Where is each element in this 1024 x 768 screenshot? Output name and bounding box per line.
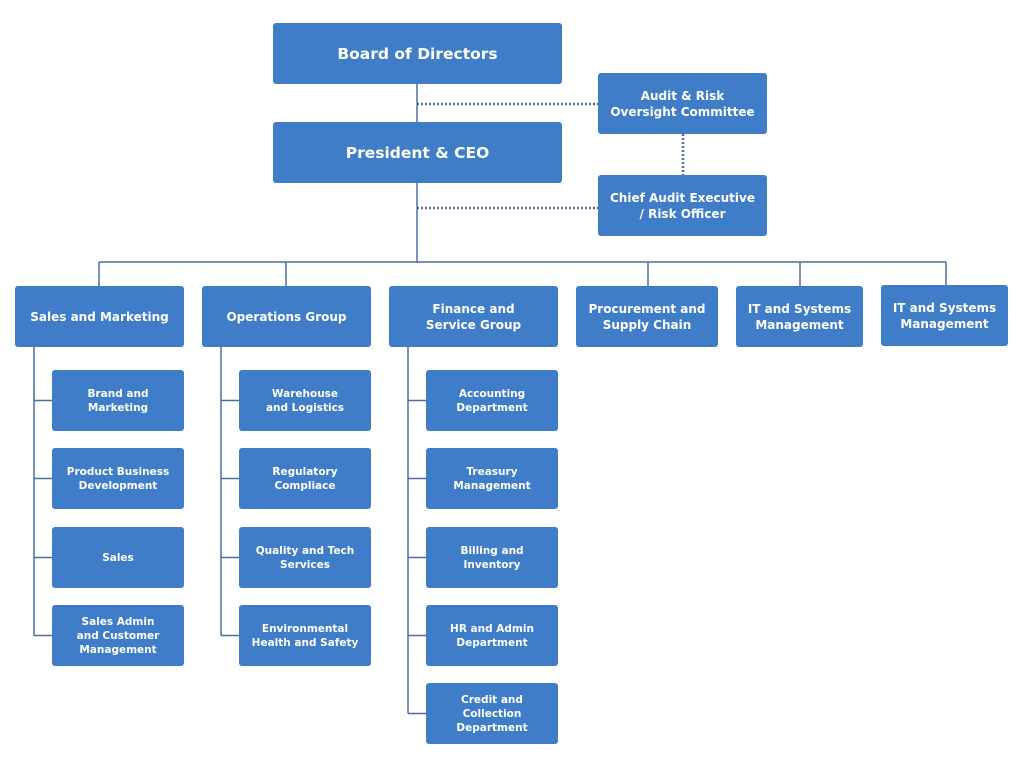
unit-sales-marketing-3-box-label: Sales xyxy=(102,551,134,564)
board-of-directors-box[interactable]: Board of Directors xyxy=(273,23,562,84)
division-it-2-box-label: IT and Systems Management xyxy=(892,300,997,331)
unit-sales-marketing-1-box-label: Brand and Marketing xyxy=(87,387,149,414)
unit-finance-5-box-label: Credit and Collection Department xyxy=(456,693,528,734)
unit-sales-marketing-3-box[interactable]: Sales xyxy=(52,527,184,588)
division-it-2-box[interactable]: IT and Systems Management xyxy=(881,285,1008,346)
division-procurement-box-label: Procurement and Supply Chain xyxy=(588,301,706,332)
org-chart: Board of Directors President & CEO Audit &… xyxy=(0,0,1024,768)
unit-operations-3-box[interactable]: Quality and Tech Services xyxy=(239,527,371,588)
division-sales-marketing-box-label: Sales and Marketing xyxy=(30,309,169,324)
chief-audit-executive-box-label: Chief Audit Executive / Risk Officer xyxy=(610,190,755,221)
unit-sales-marketing-1-box[interactable]: Brand and Marketing xyxy=(52,370,184,431)
president-ceo-box-label: President & CEO xyxy=(345,143,490,162)
unit-finance-1-box-label: Accounting Department xyxy=(456,387,528,414)
audit-risk-committee-box-label: Audit & Risk Oversight Committee xyxy=(610,88,755,119)
unit-sales-marketing-4-box-label: Sales Admin and Customer Management xyxy=(76,615,160,656)
division-finance-box-label: Finance and Service Group xyxy=(425,301,522,332)
chief-audit-executive-box[interactable]: Chief Audit Executive / Risk Officer xyxy=(598,175,767,236)
audit-risk-committee-box[interactable]: Audit & Risk Oversight Committee xyxy=(598,73,767,134)
unit-sales-marketing-2-box-label: Product Business Development xyxy=(66,465,170,492)
unit-operations-2-box[interactable]: Regulatory Compliace xyxy=(239,448,371,509)
unit-finance-4-box[interactable]: HR and Admin Department xyxy=(426,605,558,666)
unit-operations-4-box[interactable]: Environmental Health and Safety xyxy=(239,605,371,666)
president-ceo-box[interactable]: President & CEO xyxy=(273,122,562,183)
unit-finance-2-box-label: Treasury Management xyxy=(453,465,531,492)
unit-finance-3-box-label: Billing and Inventory xyxy=(460,544,524,571)
division-procurement-box[interactable]: Procurement and Supply Chain xyxy=(576,286,718,347)
division-sales-marketing-box[interactable]: Sales and Marketing xyxy=(15,286,184,347)
division-it-1-box-label: IT and Systems Management xyxy=(747,301,852,332)
unit-finance-4-box-label: HR and Admin Department xyxy=(450,622,534,649)
unit-finance-3-box[interactable]: Billing and Inventory xyxy=(426,527,558,588)
division-operations-box-label: Operations Group xyxy=(226,309,347,324)
division-finance-box[interactable]: Finance and Service Group xyxy=(389,286,558,347)
unit-sales-marketing-4-box[interactable]: Sales Admin and Customer Management xyxy=(52,605,184,666)
unit-operations-4-box-label: Environmental Health and Safety xyxy=(251,622,359,649)
unit-operations-2-box-label: Regulatory Compliace xyxy=(272,465,338,492)
board-of-directors-box-label: Board of Directors xyxy=(337,44,498,63)
division-it-1-box[interactable]: IT and Systems Management xyxy=(736,286,863,347)
unit-sales-marketing-2-box[interactable]: Product Business Development xyxy=(52,448,184,509)
unit-operations-1-box[interactable]: Warehouse and Logistics xyxy=(239,370,371,431)
unit-finance-1-box[interactable]: Accounting Department xyxy=(426,370,558,431)
unit-finance-5-box[interactable]: Credit and Collection Department xyxy=(426,683,558,744)
unit-finance-2-box[interactable]: Treasury Management xyxy=(426,448,558,509)
unit-operations-3-box-label: Quality and Tech Services xyxy=(255,544,355,571)
division-operations-box[interactable]: Operations Group xyxy=(202,286,371,347)
unit-operations-1-box-label: Warehouse and Logistics xyxy=(265,387,345,414)
